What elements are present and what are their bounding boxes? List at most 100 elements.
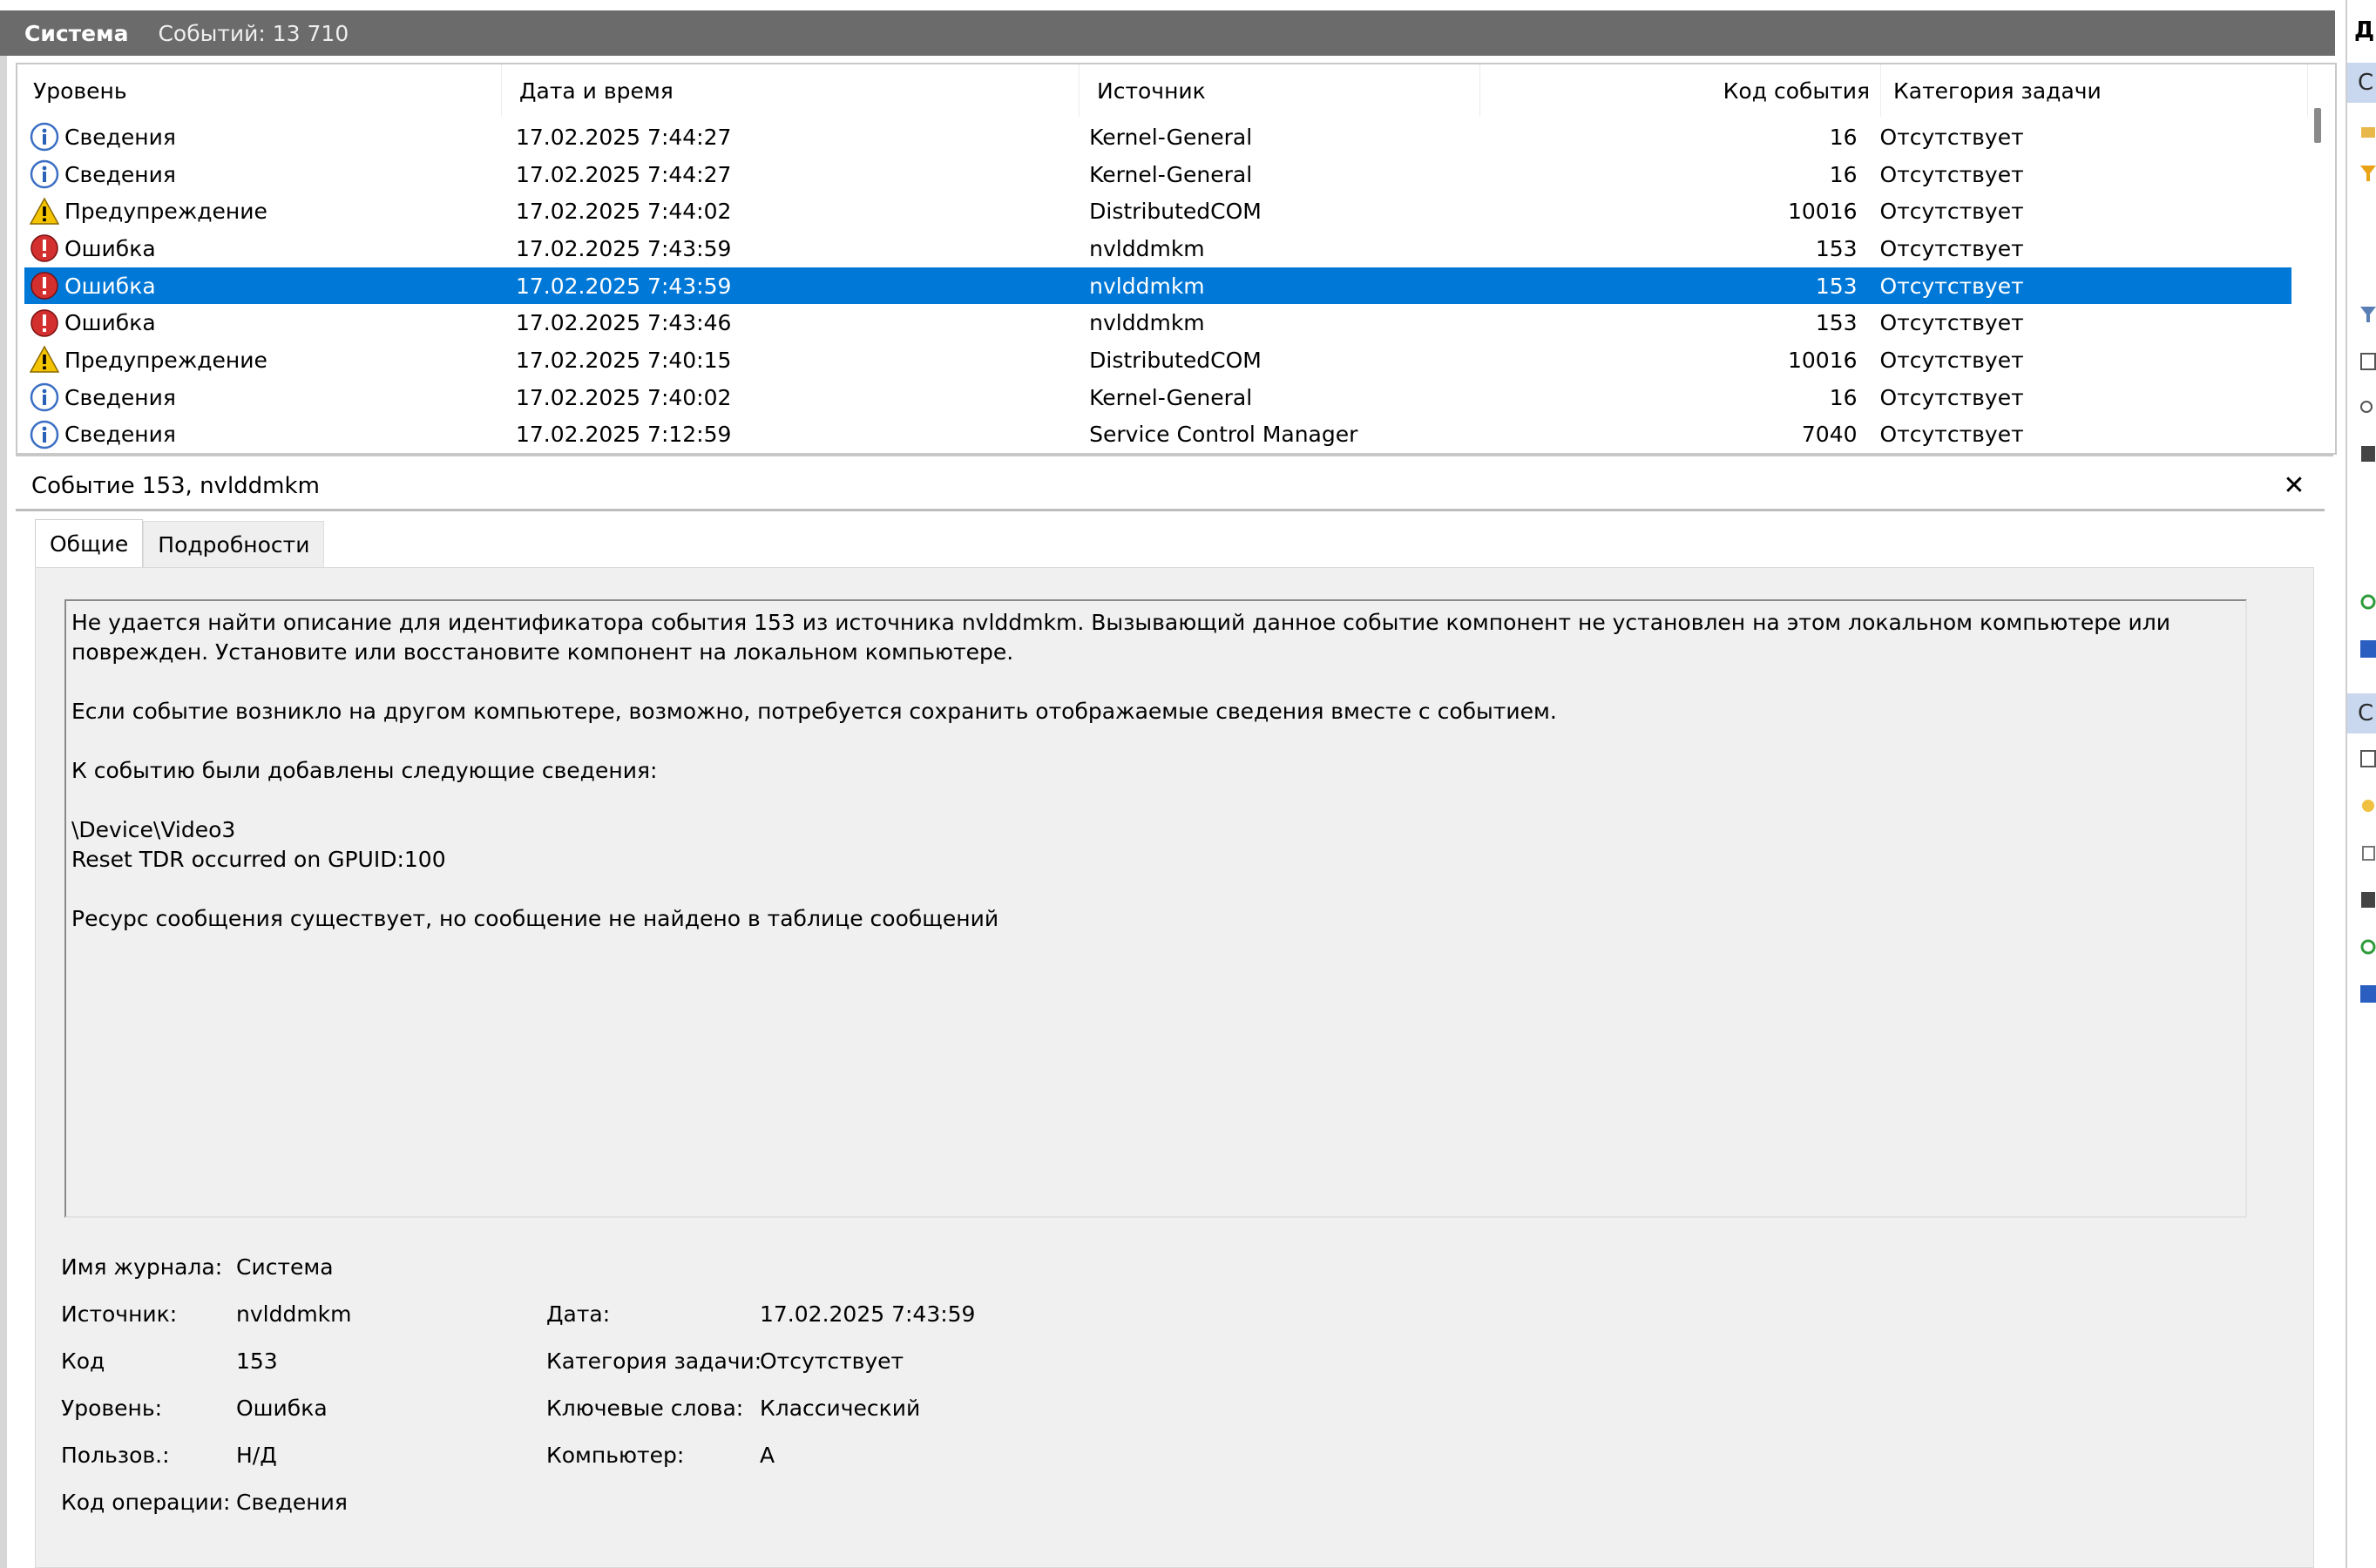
cell-level: Ошибка — [24, 267, 498, 305]
log-name-value: Система — [236, 1254, 334, 1280]
computer-label: Компьютер: — [546, 1443, 685, 1468]
table-row[interactable]: Сведения 17.02.2025 7:12:59 Service Contro… — [24, 416, 2291, 454]
cell-task-category: Отсутствует — [1879, 161, 2024, 187]
cell-source: nvlddmkm — [1089, 310, 1205, 336]
cell-task-category: Отсутствует — [1879, 422, 2024, 448]
filter-log-icon[interactable] — [2359, 305, 2376, 324]
log-name: Система — [24, 20, 129, 46]
cell-datetime: 17.02.2025 7:12:59 — [515, 422, 732, 448]
info-icon — [30, 123, 59, 152]
table-row[interactable]: Сведения 17.02.2025 7:44:27 Kernel-General… — [24, 118, 2291, 156]
info-icon — [30, 159, 59, 189]
error-icon — [30, 272, 58, 300]
error-icon — [30, 309, 58, 337]
table-row[interactable]: Предупреждение 17.02.2025 7:44:02 Distribu… — [24, 193, 2291, 230]
column-header-event-id[interactable]: Код события — [1480, 64, 1881, 117]
filter-icon[interactable] — [2359, 164, 2376, 183]
tab-general[interactable]: Общие — [35, 519, 144, 568]
cell-datetime: 17.02.2025 7:43:59 — [515, 235, 732, 261]
table-row[interactable]: Предупреждение 17.02.2025 7:40:15 Distribu… — [24, 341, 2291, 379]
cell-task-category: Отсутствует — [1879, 235, 2024, 261]
column-header-task-category[interactable]: Категория задачи — [1881, 64, 2308, 117]
cell-level: Ошибка — [24, 230, 498, 267]
cell-event-id: 7040 — [1801, 422, 1858, 448]
cell-level: Предупреждение — [24, 193, 498, 230]
event-id-value: 153 — [236, 1348, 278, 1374]
cell-task-category: Отсутствует — [1879, 199, 2024, 225]
event-detail-title: Событие 153, nvlddmkm — [31, 473, 320, 499]
list-scrollbar-thumb[interactable] — [2314, 108, 2321, 143]
user-label: Пользов.: — [61, 1443, 170, 1468]
event-detail-header: Событие 153, nvlddmkm ✕ — [16, 463, 2325, 511]
column-header-datetime[interactable]: Дата и время — [502, 64, 1080, 117]
level-text: Ошибка — [64, 273, 156, 299]
find-icon[interactable] — [2359, 399, 2376, 418]
cell-event-id: 10016 — [1788, 347, 1858, 373]
logged-label: Дата: — [546, 1301, 611, 1327]
cell-event-id: 10016 — [1788, 199, 1858, 225]
refresh-icon[interactable] — [2359, 592, 2376, 612]
event-description[interactable]: Не удается найти описание для идентифика… — [64, 599, 2247, 1218]
copy-icon[interactable] — [2359, 843, 2376, 862]
cell-event-id: 153 — [1815, 273, 1858, 299]
level-text: Ошибка — [64, 235, 156, 261]
description-line: \Device\Video3 — [71, 817, 236, 842]
cell-level: Предупреждение — [24, 341, 498, 379]
table-row[interactable]: Ошибка 17.02.2025 7:43:59 nvlddmkm 153 Отсут… — [24, 230, 2291, 267]
cell-datetime: 17.02.2025 7:40:15 — [515, 347, 732, 373]
open-log-icon[interactable] — [2359, 122, 2376, 141]
event-help-icon[interactable] — [2359, 984, 2376, 1004]
cell-event-id: 153 — [1815, 235, 1858, 261]
table-row[interactable]: Ошибка 17.02.2025 7:43:46 nvlddmkm 153 Отсут… — [24, 304, 2291, 341]
properties-icon[interactable] — [2359, 352, 2376, 371]
logged-value: 17.02.2025 7:43:59 — [760, 1301, 976, 1327]
close-icon[interactable]: ✕ — [2279, 470, 2309, 501]
column-header-source[interactable]: Источник — [1080, 64, 1480, 117]
event-id-label: Код — [61, 1348, 105, 1374]
description-line: Reset TDR occurred on GPUID:100 — [71, 847, 446, 872]
level-text: Сведения — [64, 161, 176, 187]
computer-value: А — [760, 1443, 775, 1468]
level-text: Сведения — [64, 422, 176, 448]
cell-source: Kernel-General — [1089, 161, 1253, 187]
description-line: К событию были добавлены следующие сведе… — [71, 758, 658, 783]
help-icon[interactable] — [2359, 639, 2376, 659]
cell-source: Kernel-General — [1089, 124, 1253, 150]
refresh-event-icon[interactable] — [2359, 937, 2376, 956]
cell-source: nvlddmkm — [1089, 273, 1205, 299]
pane-splitter[interactable] — [16, 453, 2333, 456]
level-value: Ошибка — [236, 1396, 328, 1421]
actions-section-header[interactable]: С — [2347, 63, 2376, 103]
cell-datetime: 17.02.2025 7:44:27 — [515, 161, 732, 187]
cell-source: nvlddmkm — [1089, 235, 1205, 261]
cell-level: Ошибка — [24, 304, 498, 341]
event-list[interactable]: Уровень Дата и время Источник Код событи… — [16, 63, 2337, 455]
cell-level: Сведения — [24, 379, 498, 416]
event-actions-section-header[interactable]: С — [2347, 693, 2376, 733]
cell-task-category: Отсутствует — [1879, 310, 2024, 336]
log-title-bar: Система Событий: 13 710 — [0, 10, 2335, 56]
column-header-level[interactable]: Уровень — [17, 64, 502, 117]
tab-details[interactable]: Подробности — [143, 521, 325, 568]
cell-source: DistributedCOM — [1089, 347, 1262, 373]
event-list-header: Уровень Дата и время Источник Код событи… — [17, 64, 2311, 117]
table-row[interactable]: Сведения 17.02.2025 7:40:02 Kernel-General… — [24, 379, 2291, 416]
cell-event-id: 16 — [1829, 384, 1858, 410]
description-line: Если событие возникло на другом компьюте… — [71, 699, 1557, 724]
table-row-selected[interactable]: Ошибка 17.02.2025 7:43:59 nvlddmkm 153 Отсут… — [24, 267, 2291, 305]
source-label: Источник: — [61, 1301, 178, 1327]
cell-datetime: 17.02.2025 7:44:02 — [515, 199, 732, 225]
info-icon — [30, 420, 59, 449]
error-icon — [30, 234, 58, 263]
table-row[interactable]: Сведения 17.02.2025 7:44:27 Kernel-General… — [24, 156, 2291, 193]
opcode-label: Код операции: — [61, 1490, 231, 1515]
attach-task-icon[interactable] — [2359, 796, 2376, 815]
save-event-icon[interactable] — [2359, 890, 2376, 909]
save-icon[interactable] — [2359, 444, 2376, 463]
warning-icon — [30, 345, 59, 374]
event-properties-icon[interactable] — [2359, 749, 2376, 768]
level-text: Сведения — [64, 124, 176, 150]
description-line: Не удается найти описание для идентифика… — [71, 610, 2177, 665]
cell-source: Service Control Manager — [1089, 422, 1358, 448]
description-line: Ресурс сообщения существует, но сообщени… — [71, 906, 999, 931]
